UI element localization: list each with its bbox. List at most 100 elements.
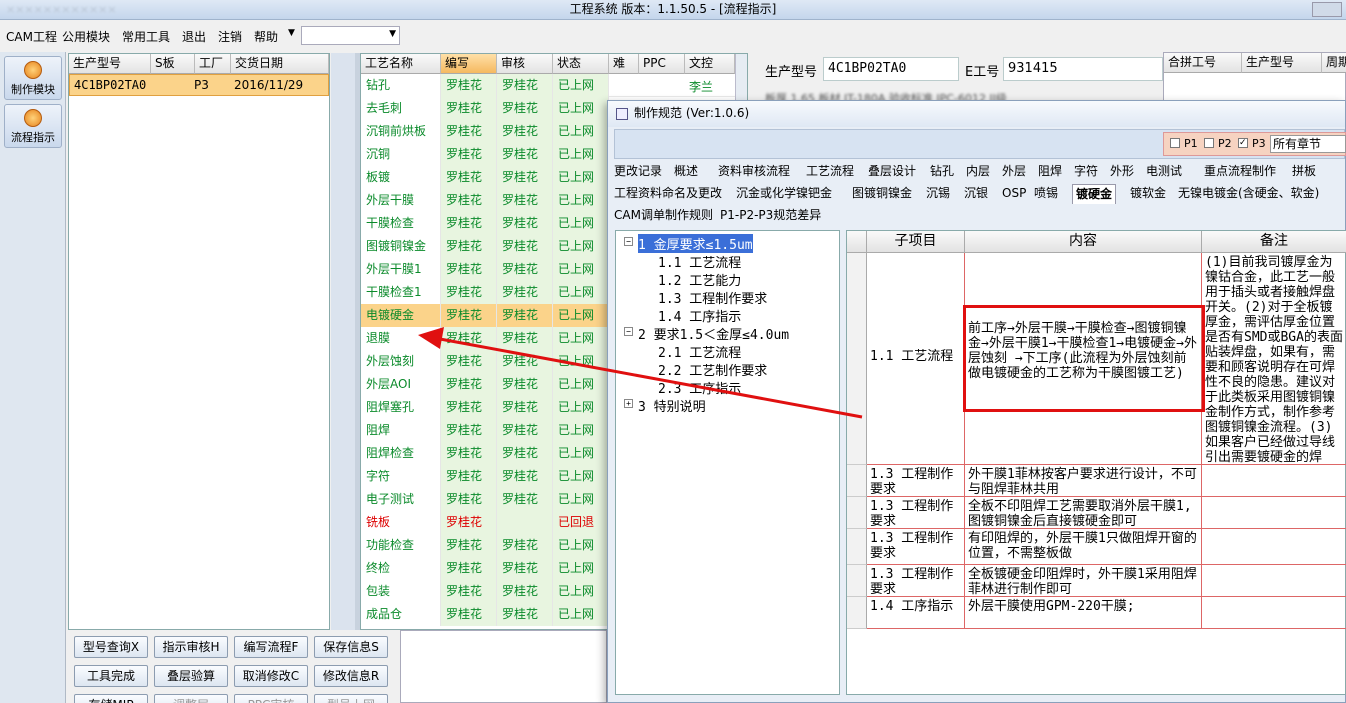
tab-tabs-row1-11[interactable]: 电测试 — [1146, 162, 1182, 182]
edit-info-button[interactable]: 修改信息R — [314, 665, 388, 687]
p1-checkbox[interactable] — [1170, 138, 1180, 148]
e-field[interactable]: 931415 — [1003, 57, 1163, 81]
tree-node[interactable]: 1.3 工程制作要求 — [658, 288, 767, 307]
module-button[interactable]: 制作模块 — [4, 56, 62, 100]
tab-tabs-row1-1[interactable]: 概述 — [674, 162, 698, 182]
tab-tabs-row1-3[interactable]: 工艺流程 — [806, 162, 854, 182]
tab-tabs-row2-8[interactable]: 镀软金 — [1130, 184, 1166, 204]
chevron-down-icon[interactable]: ▼ — [389, 29, 396, 39]
tab-tabs-row2-2[interactable]: 图镀铜镍金 — [852, 184, 912, 204]
review-button[interactable]: 指示审核H — [154, 636, 228, 658]
tab-tabs-row1-8[interactable]: 阻焊 — [1038, 162, 1062, 182]
table-row[interactable]: 钻孔 罗桂花 罗桂花 已上网 — [361, 74, 747, 97]
section-select[interactable]: 所有章节 — [1270, 135, 1346, 153]
tab-tabs-row1-4[interactable]: 叠层设计 — [868, 162, 916, 182]
col-doc-control[interactable]: 文控 — [685, 54, 735, 74]
menu-help[interactable]: 帮助 — [254, 28, 278, 45]
tab-tabs-row1-5[interactable]: 钻孔 — [930, 162, 954, 182]
tab-tabs-row1-6[interactable]: 内层 — [966, 162, 990, 182]
col-sub-item[interactable]: 子项目 — [867, 231, 965, 253]
dialog-title-bar[interactable]: 制作规范 (Ver:1.0.6) — [608, 101, 1345, 127]
col-difficulty[interactable]: 难 — [609, 54, 639, 74]
tab-tabs-row3-0[interactable]: CAM调单制作规则 — [614, 206, 713, 226]
tab-tabs-row1-0[interactable]: 更改记录 — [614, 162, 662, 182]
col-content[interactable]: 内容 — [965, 231, 1202, 253]
cell-reviewer: 罗桂花 — [497, 281, 553, 304]
col-writer[interactable]: 编写 — [441, 54, 497, 74]
tab-tabs-row1-2[interactable]: 资料审核流程 — [718, 162, 790, 182]
tab-tabs-row1-13[interactable]: 拼板 — [1292, 162, 1316, 182]
flow-button[interactable]: 流程指示 — [4, 104, 62, 148]
menu-logout[interactable]: 注销 — [218, 28, 242, 45]
tab-tabs-row2-0[interactable]: 工程资料命名及更改 — [614, 184, 722, 204]
cell-status: 已上网 — [553, 442, 609, 465]
col-reviewer[interactable]: 审核 — [497, 54, 553, 74]
p3-checkbox[interactable]: ✓ — [1238, 138, 1248, 148]
cell-reviewer: 罗桂花 — [497, 143, 553, 166]
tool-complete-button[interactable]: 工具完成 — [74, 665, 148, 687]
tab-tabs-row2-6[interactable]: 喷锡 — [1034, 184, 1058, 204]
ppc-review-button[interactable]: PPC审核 — [234, 694, 308, 703]
model-query-button[interactable]: 型号查询X — [74, 636, 148, 658]
col-merge-cycle[interactable]: 周期 — [1322, 53, 1346, 73]
tree-node[interactable]: 1.4 工序指示 — [658, 306, 741, 325]
cell-process: 板镀 — [361, 166, 441, 189]
row-selector[interactable] — [847, 529, 867, 565]
adjust-layer-button[interactable]: 调整层 — [154, 694, 228, 703]
model-field[interactable]: 4C1BP02TA0 — [823, 57, 959, 81]
col-process-name[interactable]: 工艺名称 — [361, 54, 441, 74]
model-online-button[interactable]: 型号上网 — [314, 694, 388, 703]
table-row[interactable]: 4C1BP02TA0 P3 2016/11/29 — [69, 74, 329, 96]
tree-node[interactable]: 1 金厚要求≤1.5um — [638, 234, 753, 253]
col-note[interactable]: 备注 — [1202, 231, 1346, 253]
tab-tabs-row2-3[interactable]: 沉锡 — [926, 184, 950, 204]
col-model[interactable]: 生产型号 — [69, 54, 151, 74]
col-status[interactable]: 状态 — [553, 54, 609, 74]
cancel-edit-button[interactable]: 取消修改C — [234, 665, 308, 687]
annotation-arrow — [418, 327, 863, 419]
info-panel: 生产型号 4C1BP02TA0 E工号 931415 合拼工号 生产型号 周期 … — [757, 52, 1346, 105]
tab-tabs-row1-9[interactable]: 字符 — [1074, 162, 1098, 182]
splitter[interactable] — [331, 53, 355, 630]
tab-tabs-row1-12[interactable]: 重点流程制作 — [1204, 162, 1276, 182]
menu-combo-box[interactable]: ▼ — [301, 26, 400, 45]
tree-node[interactable]: 1.1 工艺流程 — [658, 252, 741, 271]
store-mip-button[interactable]: 存储MIP — [74, 694, 148, 703]
menu-common-module[interactable]: 公用模块 — [62, 28, 110, 45]
tab-tabs-row3-1[interactable]: P1-P2-P3规范差异 — [720, 206, 821, 226]
menu-exit[interactable]: 退出 — [182, 28, 206, 45]
tab-tabs-row2-7[interactable]: 镀硬金 — [1072, 184, 1117, 204]
tab-tabs-row1-7[interactable]: 外层 — [1002, 162, 1026, 182]
tab-tabs-row1-10[interactable]: 外形 — [1110, 162, 1134, 182]
cell-reviewer — [497, 511, 553, 534]
col-ppc[interactable]: PPC — [639, 54, 685, 74]
tab-tabs-row2-5[interactable]: OSP — [1002, 184, 1026, 204]
col-merge-model[interactable]: 生产型号 — [1242, 53, 1322, 73]
cell-reviewer: 罗桂花 — [497, 603, 553, 626]
col-s-board[interactable]: S板 — [151, 54, 195, 74]
row-selector[interactable] — [847, 597, 867, 629]
tab-tabs-row2-1[interactable]: 沉金或化学镍钯金 — [736, 184, 832, 204]
row-selector[interactable] — [847, 497, 867, 529]
row-selector[interactable] — [847, 465, 867, 497]
window-controls[interactable] — [1312, 2, 1342, 17]
row-selector[interactable] — [847, 565, 867, 597]
save-info-button[interactable]: 保存信息S — [314, 636, 388, 658]
spec-table: 子项目 内容 备注 1.1 工艺流程 前工序→外层干膜→干膜检查→图镀铜镍金→外层… — [846, 230, 1346, 695]
table-cell-sub: 1.3 工程制作要求 — [867, 529, 965, 565]
tab-tabs-row2-9[interactable]: 无镍电镀金(含硬金、软金) — [1178, 184, 1319, 204]
menu-cam[interactable]: CAM工程 — [6, 28, 57, 45]
col-factory[interactable]: 工厂 — [195, 54, 231, 74]
tab-tabs-row2-4[interactable]: 沉银 — [964, 184, 988, 204]
stackup-calc-button[interactable]: 叠层验算 — [154, 665, 228, 687]
col-delivery-date[interactable]: 交货日期 — [231, 54, 329, 74]
write-flow-button[interactable]: 编写流程F — [234, 636, 308, 658]
plant-filter: P1 P2 ✓ P3 所有章节 — [1163, 132, 1346, 156]
menu-common-tools[interactable]: 常用工具 — [122, 28, 170, 45]
tree-expand-icon[interactable]: − — [624, 237, 633, 246]
cell-reviewer: 罗桂花 — [497, 166, 553, 189]
p2-checkbox[interactable] — [1204, 138, 1214, 148]
tree-node[interactable]: 1.2 工艺能力 — [658, 270, 741, 289]
col-merge-job[interactable]: 合拼工号 — [1164, 53, 1242, 73]
chevron-down-icon[interactable]: ▼ — [288, 28, 295, 38]
